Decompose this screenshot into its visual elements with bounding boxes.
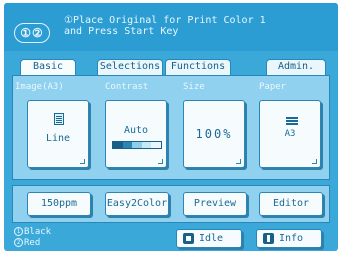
legend-item-red: 2 Red <box>14 238 51 249</box>
paper-value: A3 <box>284 129 296 139</box>
idle-icon <box>183 233 194 244</box>
easy2color-button[interactable]: Easy2Color <box>105 192 169 216</box>
legend-item-black: 1 Black <box>14 227 51 238</box>
legend-label: Red <box>24 238 41 248</box>
info-button[interactable]: Info <box>256 229 322 248</box>
contrast-value: Auto <box>123 125 149 136</box>
contrast-label: Contrast <box>105 82 149 92</box>
1-2-circle-icon: ①② <box>14 23 50 43</box>
message-line-2: and Press Start Key <box>64 26 179 37</box>
message-line-1: Place Original for Print Color 1 <box>72 15 266 26</box>
paper-button[interactable]: A3 <box>259 100 321 168</box>
image-mode-button[interactable]: Line <box>27 100 89 168</box>
document-icon <box>54 113 64 125</box>
info-label: Info <box>279 233 304 244</box>
corner-mark <box>80 159 85 164</box>
legend-label: Black <box>24 227 52 237</box>
quick-function-panel: 150ppm Easy2Color Preview Editor <box>12 185 330 223</box>
legend-1-icon: 1 <box>14 227 23 236</box>
editor-button[interactable]: Editor <box>259 192 323 216</box>
preview-button[interactable]: Preview <box>183 192 247 216</box>
contrast-button[interactable]: Auto <box>105 100 167 168</box>
message-number-icon: ① <box>64 15 73 26</box>
idle-label: Idle <box>199 233 224 244</box>
size-button[interactable]: 100% <box>183 100 245 168</box>
image-mode-value: Line <box>45 133 71 144</box>
color-legend: 1 Black 2 Red <box>14 227 51 249</box>
size-label: Size <box>183 82 205 92</box>
image-label: Image(A3) <box>15 82 64 92</box>
corner-mark <box>236 159 241 164</box>
corner-mark <box>158 159 163 164</box>
density-scale-icon <box>112 141 162 149</box>
paper-label: Paper <box>259 82 287 92</box>
paper-tray-icon <box>286 117 298 125</box>
idle-button[interactable]: Idle <box>176 229 242 248</box>
legend-2-icon: 2 <box>14 238 23 247</box>
tab-admin[interactable]: Admin. <box>266 59 326 75</box>
tab-functions[interactable]: Functions <box>165 59 231 75</box>
speed-150ppm-button[interactable]: 150ppm <box>27 192 91 216</box>
tab-basic[interactable]: Basic <box>20 59 76 76</box>
info-icon <box>263 233 274 244</box>
size-value: 100% <box>195 127 233 141</box>
corner-mark <box>312 159 317 164</box>
basic-settings-panel: Image(A3) Contrast Size Paper Line Auto … <box>12 75 330 180</box>
printer-control-screen: ①② ①Place Original for Print Color 1 and… <box>4 3 338 251</box>
status-header: ①② ①Place Original for Print Color 1 and… <box>4 3 338 51</box>
tab-selections[interactable]: Selections <box>97 59 163 75</box>
status-message: ①Place Original for Print Color 1 and Pr… <box>64 15 266 37</box>
